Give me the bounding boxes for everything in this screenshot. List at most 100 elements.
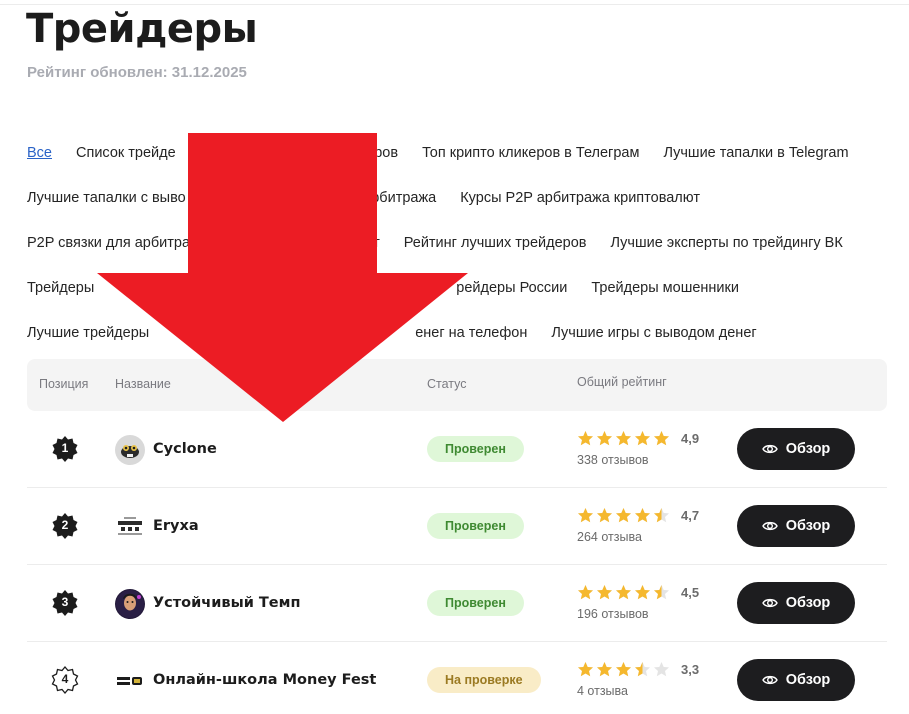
category-link[interactable]: Трейдеры мошенники bbox=[591, 280, 739, 296]
star-full-icon bbox=[616, 508, 631, 523]
star-full-icon bbox=[616, 431, 631, 446]
avatar bbox=[115, 666, 145, 696]
review-button[interactable]: Обзор bbox=[737, 428, 855, 470]
trader-name[interactable]: Cyclone bbox=[153, 441, 217, 457]
rating-value: 3,3 bbox=[681, 662, 700, 677]
star-rating bbox=[577, 584, 670, 601]
review-button[interactable]: Обзор bbox=[737, 659, 855, 701]
review-button[interactable]: Обзор bbox=[737, 505, 855, 547]
header-rating: Общий рейтинг bbox=[577, 375, 667, 389]
star-full-icon bbox=[597, 585, 612, 600]
category-link-all[interactable]: Все bbox=[27, 145, 52, 161]
category-links: Все Список трейде керов Топ крипто клике… bbox=[27, 130, 897, 355]
star-full-icon bbox=[597, 508, 612, 523]
category-link[interactable]: керов bbox=[360, 145, 398, 161]
reviews-count[interactable]: 4 отзыва bbox=[577, 684, 628, 698]
status-badge: Проверен bbox=[427, 513, 524, 539]
trader-name[interactable]: Устойчивый Темп bbox=[153, 595, 301, 611]
avatar bbox=[115, 589, 145, 619]
status-badge: Проверен bbox=[427, 436, 524, 462]
star-full-icon bbox=[635, 431, 650, 446]
rating-value: 4,7 bbox=[681, 508, 700, 523]
category-link[interactable]: рейдеры России bbox=[456, 280, 567, 296]
trader-name[interactable]: Eryxa bbox=[153, 518, 199, 534]
star-full-icon bbox=[597, 431, 612, 446]
category-link[interactable]: Курсы P2P арбитража криптовалют bbox=[460, 190, 700, 206]
eye-icon bbox=[761, 598, 778, 608]
review-button-label: Обзор bbox=[785, 595, 831, 611]
category-link[interactable]: Лучшие тапалки с выво bbox=[27, 190, 186, 206]
trader-name[interactable]: Онлайн-школа Money Fest bbox=[153, 672, 376, 688]
page-title: Трейдеры bbox=[26, 6, 258, 52]
traders-table: Позиция Название Статус Общий рейтинг 1 … bbox=[27, 359, 887, 714]
star-half-icon bbox=[635, 662, 650, 677]
eye-icon bbox=[761, 444, 778, 454]
star-full-icon bbox=[654, 431, 669, 446]
category-link[interactable]: P арбитража bbox=[350, 190, 437, 206]
status-badge: Проверен bbox=[427, 590, 524, 616]
star-full-icon bbox=[597, 662, 612, 677]
review-button-label: Обзор bbox=[785, 441, 831, 457]
star-full-icon bbox=[616, 585, 631, 600]
category-row: Трейдеры рейдеры России Трейдеры мошенни… bbox=[27, 265, 897, 310]
category-link[interactable]: Трейдеры bbox=[27, 280, 94, 296]
star-rating bbox=[577, 430, 670, 447]
star-full-icon bbox=[578, 431, 593, 446]
star-full-icon bbox=[635, 508, 650, 523]
table-row: 4 Онлайн-школа Money Fest На проверке 3,… bbox=[27, 642, 887, 714]
header-name: Название bbox=[115, 377, 171, 391]
header-position: Позиция bbox=[39, 377, 89, 391]
category-link[interactable]: Рейтинг лучших трейдеров bbox=[404, 235, 587, 251]
position-number: 1 bbox=[61, 441, 69, 455]
category-link[interactable]: P2P связки для арбитра bbox=[27, 235, 190, 251]
position-badge: 3 bbox=[51, 589, 79, 617]
review-button-label: Обзор bbox=[785, 672, 831, 688]
review-button-label: Обзор bbox=[785, 518, 831, 534]
reviews-count[interactable]: 196 отзывов bbox=[577, 607, 649, 621]
category-link[interactable]: енег на телефон bbox=[415, 325, 527, 341]
category-row: Лучшие тапалки с выво P арбитража Курсы … bbox=[27, 175, 897, 220]
top-divider bbox=[0, 4, 909, 5]
star-full-icon bbox=[635, 585, 650, 600]
reviews-count[interactable]: 338 отзывов bbox=[577, 453, 649, 467]
star-half-icon bbox=[654, 508, 669, 523]
table-row: 2 Eryxa Проверен 4,7 264 отзыва Обзор bbox=[27, 488, 887, 565]
table-header: Позиция Название Статус Общий рейтинг bbox=[27, 359, 887, 411]
category-row: Лучшие трейдеры енег на телефон Лучшие и… bbox=[27, 310, 897, 355]
category-link[interactable]: Лучшие игры с выводом денег bbox=[551, 325, 756, 341]
rating-value: 4,5 bbox=[681, 585, 700, 600]
rating-value: 4,9 bbox=[681, 431, 700, 446]
category-link[interactable]: Топ крипто кликеров в Телеграм bbox=[422, 145, 639, 161]
position-number: 4 bbox=[61, 672, 69, 686]
category-link[interactable]: Список трейде bbox=[76, 145, 176, 161]
position-badge: 1 bbox=[51, 435, 79, 463]
star-full-icon bbox=[578, 508, 593, 523]
eye-icon bbox=[761, 675, 778, 685]
status-badge: На проверке bbox=[427, 667, 541, 693]
table-row: 1 Cyclone Проверен 4,9 338 отзывов Обзор bbox=[27, 411, 887, 488]
category-link[interactable]: Лучшие эксперты по трейдингу ВК bbox=[610, 235, 842, 251]
rating-updated-text: Рейтинг обновлен: 31.12.2025 bbox=[27, 64, 247, 81]
position-badge: 2 bbox=[51, 512, 79, 540]
table-row: 3 Устойчивый Темп Проверен 4,5 196 отзыв… bbox=[27, 565, 887, 642]
position-badge: 4 bbox=[51, 666, 79, 694]
category-link[interactable]: лют bbox=[354, 235, 380, 251]
position-number: 2 bbox=[61, 518, 69, 532]
category-row: Все Список трейде керов Топ крипто клике… bbox=[27, 130, 897, 175]
star-rating bbox=[577, 661, 670, 678]
star-empty-icon bbox=[654, 662, 669, 677]
position-number: 3 bbox=[61, 595, 69, 609]
reviews-count[interactable]: 264 отзыва bbox=[577, 530, 642, 544]
star-full-icon bbox=[616, 662, 631, 677]
star-full-icon bbox=[578, 662, 593, 677]
star-full-icon bbox=[578, 585, 593, 600]
avatar bbox=[115, 512, 145, 542]
eye-icon bbox=[761, 521, 778, 531]
category-link[interactable]: Лучшие тапалки в Telegram bbox=[663, 145, 848, 161]
header-status: Статус bbox=[427, 377, 467, 391]
category-row: P2P связки для арбитра лют Рейтинг лучши… bbox=[27, 220, 897, 265]
review-button[interactable]: Обзор bbox=[737, 582, 855, 624]
star-rating bbox=[577, 507, 670, 524]
avatar bbox=[115, 435, 145, 465]
category-link[interactable]: Лучшие трейдеры bbox=[27, 325, 149, 341]
